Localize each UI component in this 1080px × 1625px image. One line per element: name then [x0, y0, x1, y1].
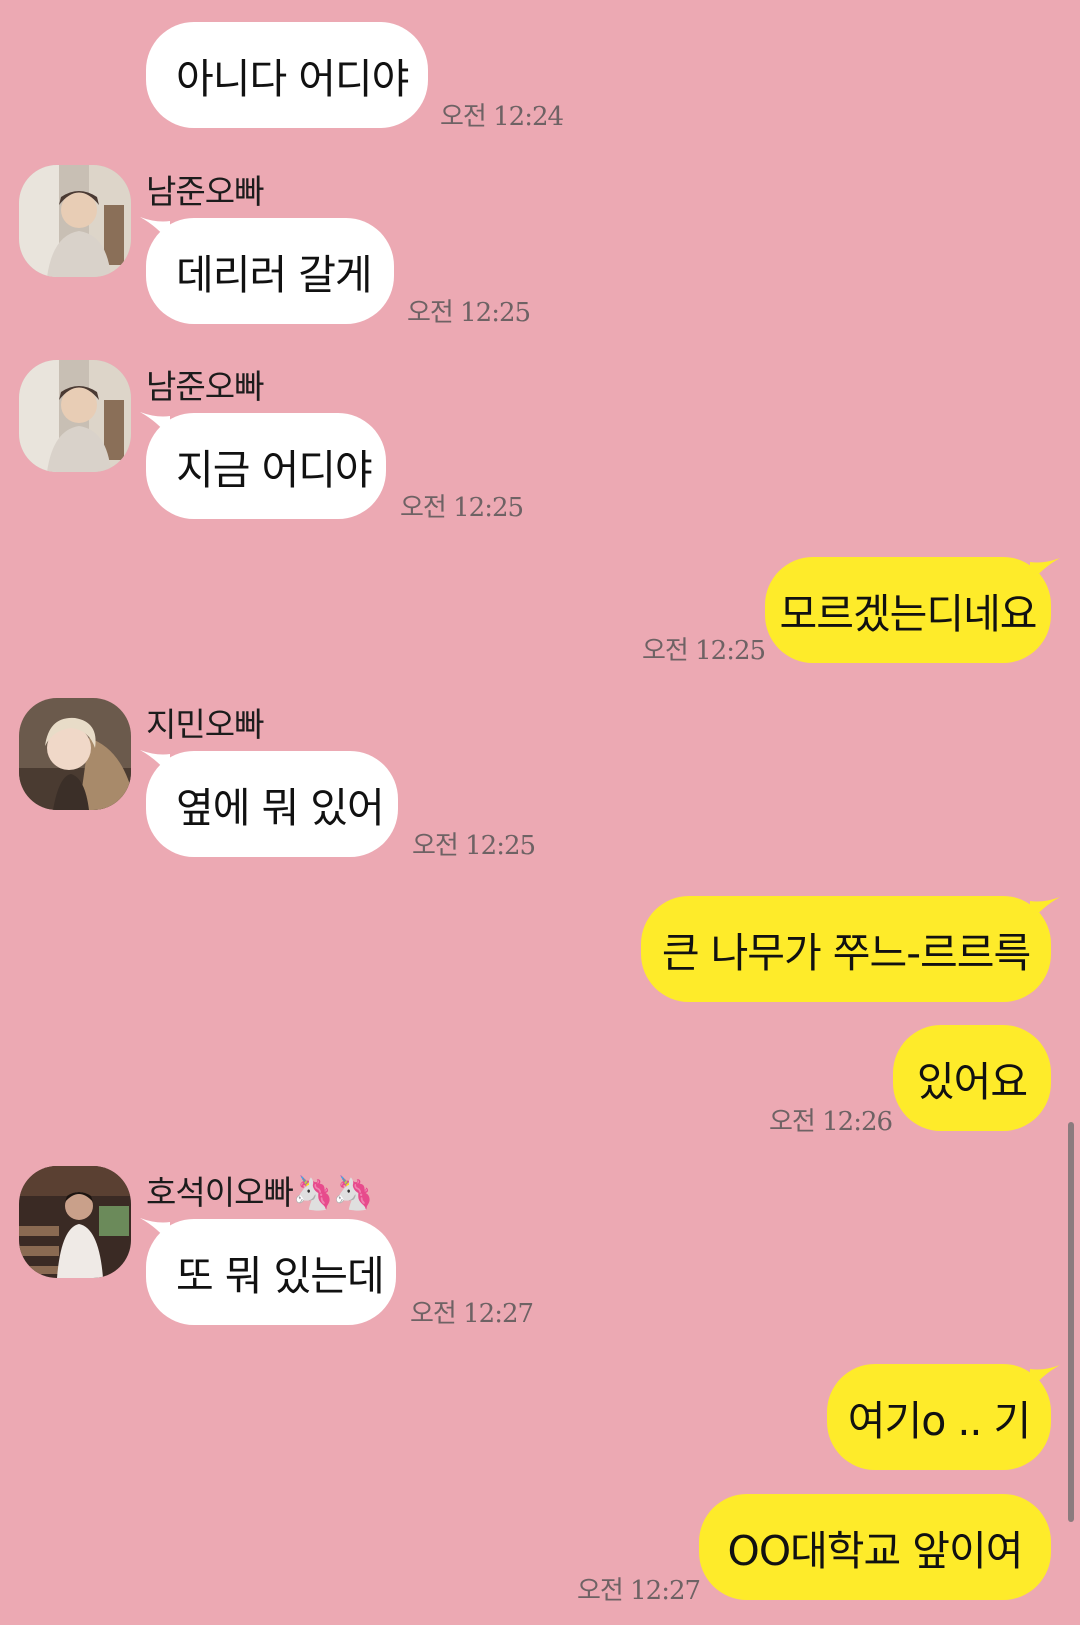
incoming-bubble[interactable]: 또 뭐 있는데: [146, 1219, 396, 1325]
message-time: 오전 12:25: [407, 298, 531, 328]
message-time: 오전 12:27: [577, 1576, 701, 1606]
message-time: 오전 12:27: [410, 1299, 534, 1329]
message-text: 있어요: [916, 1058, 1028, 1106]
sender-name: 지민오빠: [146, 705, 264, 744]
message-text: 큰 나무가 쭈느-르르륵: [661, 929, 1031, 977]
outgoing-bubble[interactable]: 큰 나무가 쭈느-르르륵: [641, 896, 1051, 1002]
message-text: 모르겠는디네요: [779, 590, 1037, 638]
message-text: 또 뭐 있는데: [176, 1252, 385, 1300]
scrollbar[interactable]: [1068, 1122, 1074, 1522]
message-text: 옆에 뭐 있어: [176, 784, 385, 832]
message-text: 아니다 어디야: [176, 55, 409, 103]
message-time: 오전 12:24: [440, 102, 564, 132]
message-time: 오전 12:25: [642, 636, 766, 666]
avatar-namjoon[interactable]: [19, 360, 131, 472]
avatar-hoseok[interactable]: [19, 1166, 131, 1278]
outgoing-bubble[interactable]: 있어요: [893, 1025, 1051, 1131]
sender-name: 호석이오빠🦄🦄: [146, 1173, 374, 1212]
message-text: 데리러 갈게: [176, 251, 373, 299]
outgoing-bubble[interactable]: OO대학교 앞이여: [699, 1494, 1051, 1600]
bubble-tail: [1030, 1365, 1060, 1391]
message-text: 여기o .. 기: [847, 1397, 1031, 1445]
bubble-tail: [1030, 897, 1060, 923]
message-text: OO대학교 앞이여: [727, 1527, 1024, 1575]
outgoing-bubble[interactable]: 모르겠는디네요: [765, 557, 1051, 663]
avatar-namjoon[interactable]: [19, 165, 131, 277]
sender-name: 남준오빠: [146, 172, 264, 211]
message-text: 지금 어디야: [176, 446, 373, 494]
message-time: 오전 12:25: [412, 831, 536, 861]
sender-name: 남준오빠: [146, 367, 264, 406]
message-time: 오전 12:26: [769, 1107, 893, 1137]
outgoing-bubble[interactable]: 여기o .. 기: [827, 1364, 1051, 1470]
bubble-tail: [1030, 558, 1060, 584]
avatar-jimin[interactable]: [19, 698, 131, 810]
incoming-bubble[interactable]: 옆에 뭐 있어: [146, 751, 398, 857]
incoming-bubble[interactable]: 데리러 갈게: [146, 218, 394, 324]
incoming-bubble[interactable]: 아니다 어디야: [146, 22, 428, 128]
incoming-bubble[interactable]: 지금 어디야: [146, 413, 386, 519]
message-time: 오전 12:25: [400, 493, 524, 523]
